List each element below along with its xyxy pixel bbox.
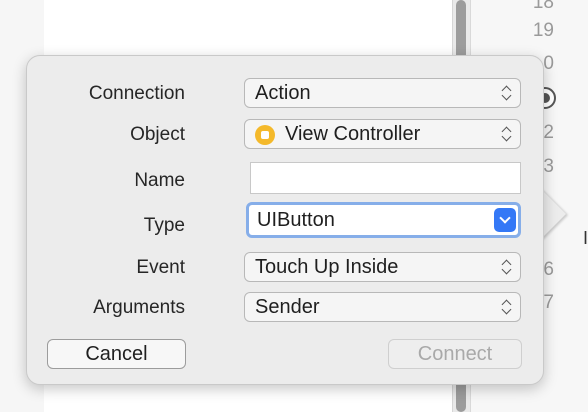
connection-popup[interactable]: Action	[244, 78, 521, 108]
text-cursor-icon: I	[583, 228, 588, 248]
view-controller-icon	[255, 125, 275, 145]
up-down-chevron-icon	[502, 298, 512, 316]
connection-label: Connection	[88, 83, 185, 104]
type-combo-box[interactable]: UIButton	[246, 202, 521, 238]
type-value: UIButton	[257, 209, 335, 231]
event-popup[interactable]: Touch Up Inside	[244, 252, 521, 282]
name-label: Name	[134, 170, 185, 191]
object-value: View Controller	[285, 123, 421, 145]
line-number: 18	[532, 0, 554, 13]
up-down-chevron-icon	[502, 84, 512, 102]
up-down-chevron-icon	[502, 125, 512, 143]
object-popup[interactable]: View Controller	[244, 119, 521, 149]
connection-value: Action	[255, 82, 311, 104]
up-down-chevron-icon	[502, 258, 512, 276]
connect-button[interactable]: Connect	[388, 339, 522, 369]
object-label: Object	[130, 124, 185, 145]
type-label: Type	[143, 215, 185, 236]
name-field[interactable]	[250, 162, 521, 194]
arguments-label: Arguments	[93, 297, 185, 318]
outlet-connection-popover: Connection Action Object View Controller…	[26, 55, 544, 385]
arguments-value: Sender	[255, 296, 320, 318]
chevron-down-icon[interactable]	[494, 208, 516, 232]
line-number: 19	[532, 20, 554, 41]
arguments-popup[interactable]: Sender	[244, 292, 521, 322]
event-label: Event	[136, 257, 185, 278]
event-value: Touch Up Inside	[255, 256, 399, 278]
cancel-button[interactable]: Cancel	[47, 339, 186, 369]
